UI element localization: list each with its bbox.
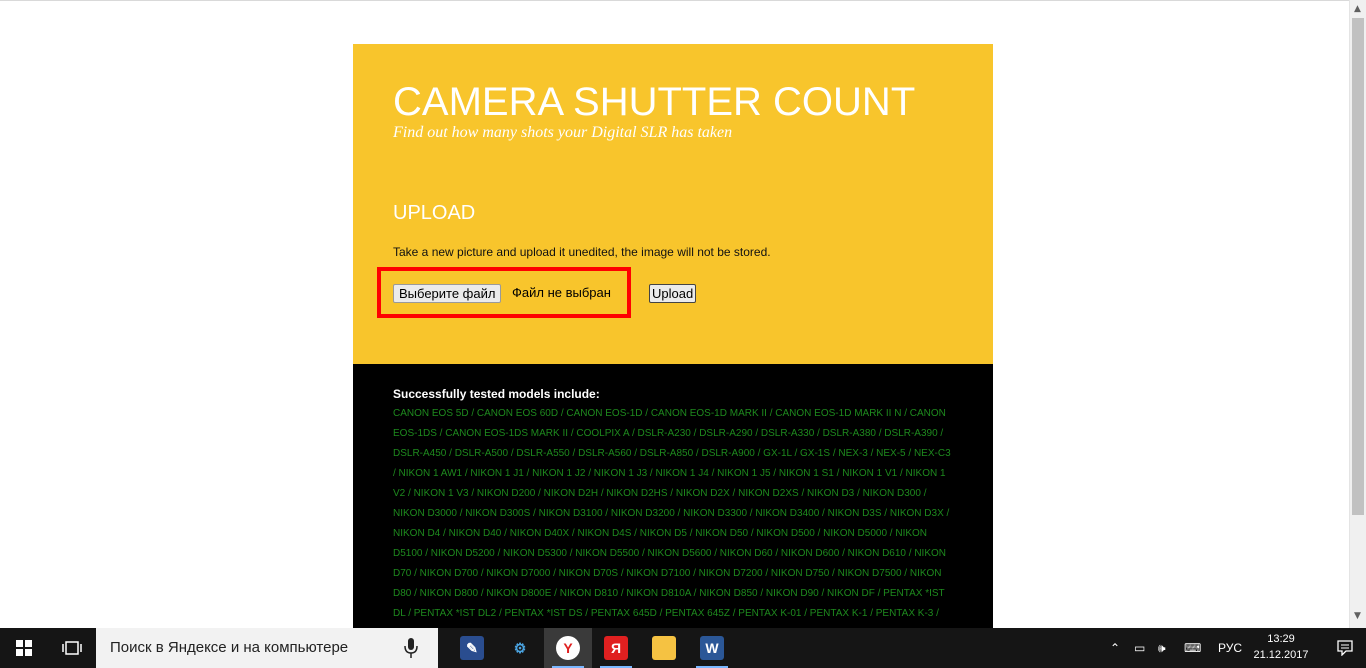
models-section: Successfully tested models include: CANO… [353, 364, 993, 628]
search-placeholder: Поиск в Яндексе и на компьютере [110, 639, 349, 656]
vertical-scrollbar[interactable]: ▲ ▼ [1349, 0, 1366, 628]
taskbar-app-tool[interactable]: ⚙ [496, 628, 544, 668]
page-top-border [0, 0, 1366, 1]
taskbar-app-editor[interactable]: ✎ [448, 628, 496, 668]
taskbar-app-word[interactable]: W [688, 628, 736, 668]
clock-date: 21.12.2017 [1253, 649, 1309, 661]
pen-tablet-icon: ✎ [460, 636, 484, 660]
yandex-icon: Я [604, 636, 628, 660]
scroll-down-arrow-icon[interactable]: ▼ [1354, 611, 1361, 621]
start-button[interactable] [0, 628, 48, 668]
folder-icon [652, 636, 676, 660]
upload-button[interactable]: Upload [649, 284, 697, 303]
task-view-icon [62, 641, 82, 655]
battery-icon[interactable]: ▭ [1134, 628, 1145, 668]
tray-show-hidden-icon[interactable]: ⌃ [1110, 628, 1120, 668]
task-view-button[interactable] [48, 628, 96, 668]
browser-page: CAMERA SHUTTER COUNT Find out how many s… [0, 0, 1366, 628]
volume-icon[interactable]: 🕪 [1158, 628, 1166, 668]
keyboard-icon[interactable]: ⌨ [1184, 628, 1201, 668]
upload-heading: UPLOAD [393, 202, 476, 224]
taskbar-clock[interactable]: 13:29 21.12.2017 [1246, 631, 1316, 663]
windows-taskbar: Поиск в Яндексе и на компьютере ✎ ⚙ Y Я … [0, 628, 1366, 668]
taskbar-app-yandex[interactable]: Я [592, 628, 640, 668]
taskbar-app-yandex-browser[interactable]: Y [544, 628, 592, 668]
site-title: CAMERA SHUTTER COUNT [393, 80, 916, 124]
word-icon: W [700, 636, 724, 660]
models-heading: Successfully tested models include: [393, 387, 600, 401]
taskbar-search-box[interactable]: Поиск в Яндексе и на компьютере [96, 628, 438, 668]
scroll-up-arrow-icon[interactable]: ▲ [1354, 4, 1361, 14]
yandex-browser-icon: Y [556, 636, 580, 660]
microphone-icon[interactable] [404, 637, 418, 659]
scrollbar-thumb[interactable] [1352, 18, 1364, 515]
clock-time: 13:29 [1267, 633, 1295, 645]
notification-icon [1337, 640, 1353, 656]
upload-description: Take a new picture and upload it unedite… [393, 245, 771, 259]
taskbar-app-explorer[interactable] [640, 628, 688, 668]
site-subtitle: Find out how many shots your Digital SLR… [393, 124, 733, 141]
windows-logo-icon [16, 640, 32, 656]
highlight-annotation-box [377, 267, 631, 318]
models-list: CANON EOS 5D / CANON EOS 60D / CANON EOS… [393, 408, 951, 619]
gear-app-icon: ⚙ [513, 639, 527, 656]
action-center-button[interactable] [1324, 628, 1366, 668]
language-indicator[interactable]: РУС [1218, 628, 1242, 668]
